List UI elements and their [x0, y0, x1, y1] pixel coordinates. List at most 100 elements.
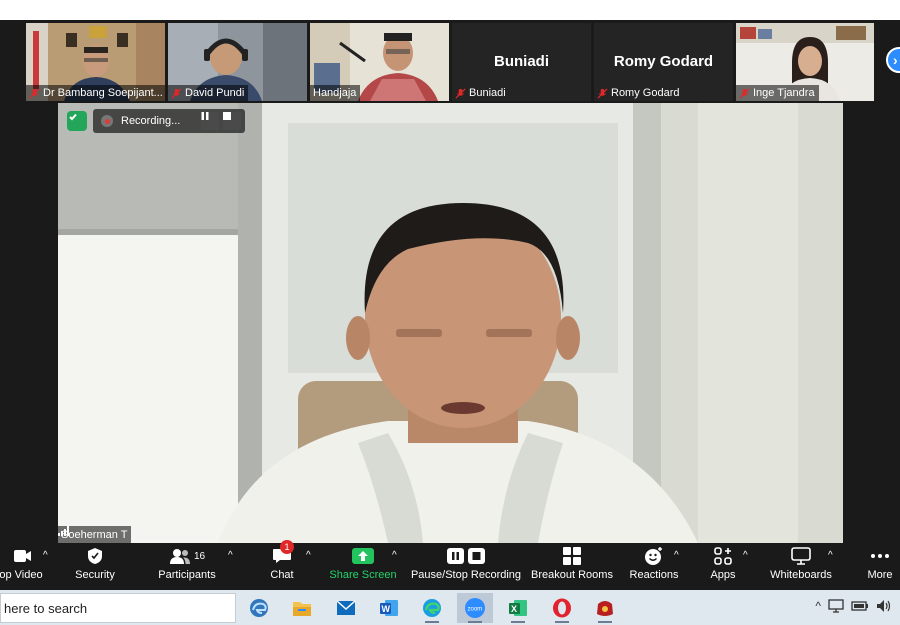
apps-options-caret-icon[interactable]: ^ [743, 550, 748, 561]
reactions-options-caret-icon[interactable]: ^ [674, 550, 679, 561]
svg-text:W: W [382, 604, 391, 614]
file-explorer-icon [293, 602, 311, 616]
stop-video-button[interactable]: op Video [0, 543, 48, 590]
speaker-video-frame [58, 103, 843, 543]
pause-stop-recording-icon [447, 548, 485, 564]
whiteboards-button[interactable]: Whiteboards [766, 543, 836, 590]
recording-status: Recording... [121, 115, 181, 127]
share-options-caret-icon[interactable]: ^ [392, 550, 397, 561]
stop-video-label: op Video [0, 569, 43, 581]
reactions-label: Reactions [629, 569, 679, 581]
whiteboards-label: Whiteboards [770, 569, 832, 581]
active-speaker-video: Recording... Soeherman T [58, 103, 843, 543]
taskbar-app-zoom[interactable]: zoom [457, 593, 493, 623]
participant-tile[interactable]: Buniadi Buniadi [452, 23, 591, 101]
participant-tile[interactable]: Handjaja [310, 23, 449, 101]
participant-display-name: Romy Godard [613, 53, 714, 70]
taskbar-app-mail[interactable] [328, 593, 364, 623]
opera-icon [553, 598, 571, 618]
chat-label: Chat [270, 569, 294, 581]
breakout-rooms-label: Breakout Rooms [531, 569, 613, 581]
zoom-icon: zoom [465, 598, 485, 618]
more-button[interactable]: More [862, 543, 898, 590]
taskbar-app-file-explorer[interactable] [284, 593, 320, 623]
participant-tile[interactable]: Inge Tjandra [736, 23, 874, 101]
speaker-name-bar: Soeherman T [58, 526, 132, 543]
next-page-arrow-icon[interactable]: › [886, 47, 900, 73]
svg-text:X: X [511, 604, 517, 614]
chat-unread-badge: 1 [280, 540, 294, 554]
participant-name-bar: Romy Godard [594, 85, 683, 101]
speaker-name: Soeherman T [61, 528, 128, 541]
whiteboard-icon [791, 547, 811, 565]
zoom-meeting-window: Dr Bambang Soepijant... David Pundi Hand… [0, 20, 900, 590]
battery-icon[interactable] [851, 600, 869, 612]
apps-icon [714, 547, 732, 565]
participant-tile[interactable]: David Pundi [168, 23, 307, 101]
signal-strength-icon [58, 526, 69, 536]
whiteboards-options-caret-icon[interactable]: ^ [828, 550, 833, 561]
word-icon: W [380, 600, 398, 616]
taskbar-app-edge[interactable] [414, 593, 450, 623]
system-tray: ^ [815, 599, 892, 613]
recording-control-label: Pause/Stop Recording [410, 569, 522, 581]
taskbar-search-text: here to search [4, 600, 88, 616]
more-dots-icon [871, 554, 889, 558]
mic-muted-icon [455, 87, 466, 99]
game-icon [597, 601, 613, 616]
video-options-caret-icon[interactable]: ^ [43, 550, 48, 561]
share-screen-icon [352, 548, 374, 564]
participant-tile[interactable]: Romy Godard Romy Godard [594, 23, 733, 101]
participant-name-bar: Inge Tjandra [736, 85, 819, 101]
reactions-emoji-icon [645, 547, 662, 565]
participant-name: David Pundi [185, 87, 245, 99]
pause-stop-recording-button[interactable]: Pause/Stop Recording [410, 543, 522, 590]
participant-tile[interactable]: Dr Bambang Soepijant... [26, 23, 165, 101]
taskbar-app-game[interactable] [587, 593, 623, 623]
security-button[interactable]: Security [68, 543, 122, 590]
share-screen-button[interactable]: Share Screen [329, 543, 397, 590]
participant-name-bar: Dr Bambang Soepijant... [26, 85, 165, 101]
chat-button[interactable]: 1 Chat [262, 540, 302, 590]
participant-name-bar: Buniadi [452, 85, 510, 101]
stop-icon [223, 112, 231, 120]
share-screen-label: Share Screen [329, 569, 397, 581]
chat-options-caret-icon[interactable]: ^ [306, 550, 311, 561]
participant-name-bar: David Pundi [168, 85, 249, 101]
svg-text:zoom: zoom [468, 607, 483, 613]
recording-indicator: Recording... [93, 109, 245, 133]
show-hidden-icons-chevron-icon[interactable]: ^ [815, 599, 821, 613]
windows-taskbar: here to search W zoom X ^ [0, 590, 900, 625]
meeting-toolbar: op Video ^ Security 16 Participants ^ 1 … [0, 540, 900, 590]
edge-icon [423, 599, 441, 617]
apps-button[interactable]: Apps [703, 543, 743, 590]
pause-recording-button[interactable] [201, 112, 219, 130]
participant-name-bar: Handjaja [310, 85, 361, 101]
edge-dev-icon [250, 599, 268, 617]
taskbar-app-edge-dev[interactable] [241, 593, 277, 623]
participants-label: Participants [158, 569, 216, 581]
mic-muted-icon [739, 87, 750, 99]
taskbar-app-word[interactable]: W [371, 593, 407, 623]
taskbar-app-opera[interactable] [544, 593, 580, 623]
taskbar-app-excel[interactable]: X [500, 593, 536, 623]
mic-muted-icon [597, 87, 608, 99]
screen: Dr Bambang Soepijant... David Pundi Hand… [0, 0, 900, 625]
participants-icon [169, 549, 190, 564]
participant-name: Inge Tjandra [753, 87, 815, 99]
video-camera-icon [14, 550, 31, 562]
participants-options-caret-icon[interactable]: ^ [228, 550, 233, 561]
excel-icon: X [509, 600, 527, 616]
breakout-rooms-button[interactable]: Breakout Rooms [530, 543, 614, 590]
stop-recording-button[interactable] [223, 112, 241, 130]
participants-button[interactable]: 16 Participants [152, 543, 222, 590]
participants-count: 16 [193, 550, 206, 562]
more-label: More [867, 569, 893, 581]
volume-icon[interactable] [876, 599, 892, 613]
encryption-shield-icon[interactable] [67, 111, 87, 131]
taskbar-search-box[interactable]: here to search [0, 593, 236, 623]
participant-name: Romy Godard [611, 87, 680, 99]
participant-name: Dr Bambang Soepijant... [43, 87, 163, 99]
participant-name: Handjaja [313, 87, 357, 99]
display-icon[interactable] [828, 599, 844, 613]
